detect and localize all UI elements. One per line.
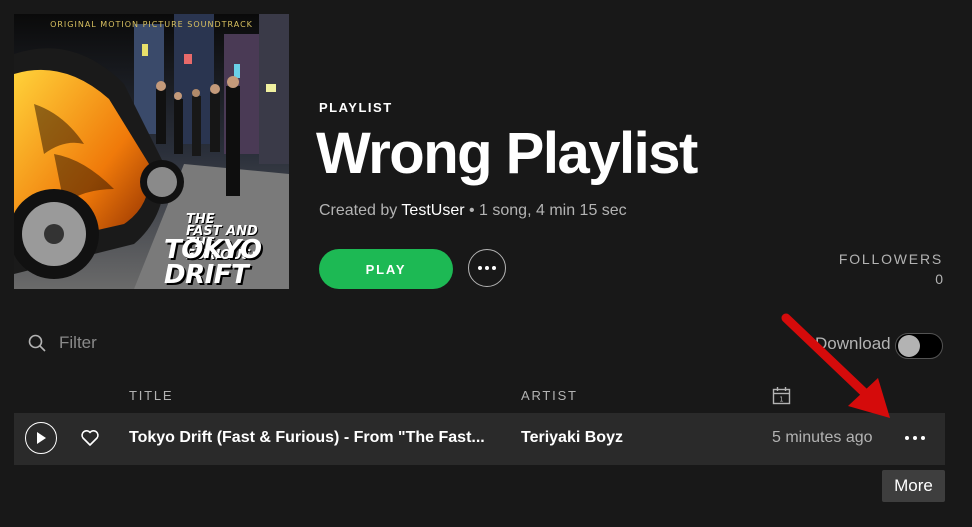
track-more-button[interactable] [902, 427, 928, 449]
playlist-summary: • 1 song, 4 min 15 sec [464, 202, 627, 219]
ellipsis-icon [478, 266, 496, 270]
track-play-button[interactable] [25, 422, 57, 454]
filter-box[interactable] [28, 333, 179, 353]
annotation-arrow-icon [781, 313, 890, 418]
search-icon [28, 334, 46, 352]
playlist-meta: Created by TestUser • 1 song, 4 min 15 s… [319, 202, 627, 220]
playlist-type-label: PLAYLIST [319, 100, 393, 115]
play-button[interactable]: PLAY [319, 249, 453, 289]
column-artist[interactable]: ARTIST [521, 388, 578, 403]
track-artist[interactable]: Teriyaki Boyz [521, 429, 623, 447]
playlist-title: Wrong Playlist [316, 121, 698, 186]
column-title[interactable]: TITLE [129, 388, 173, 403]
cover-top-text: ORIGINAL MOTION PICTURE SOUNDTRACK [50, 20, 253, 29]
filter-input[interactable] [59, 333, 179, 353]
download-toggle[interactable] [895, 333, 943, 359]
playlist-more-button[interactable] [468, 249, 506, 287]
created-by-label: Created by [319, 202, 398, 219]
ellipsis-icon [905, 436, 925, 440]
followers-count: 0 [935, 271, 943, 287]
heart-icon[interactable] [80, 429, 100, 447]
playlist-cover-image: ORIGINAL MOTION PICTURE SOUNDTRACK THE F… [14, 14, 289, 289]
cover-logo-title: TOKYO DRIFT [164, 235, 262, 289]
owner-link[interactable]: TestUser [401, 202, 464, 219]
track-title: Tokyo Drift (Fast & Furious) - From "The… [129, 429, 485, 446]
more-tooltip: More [882, 470, 945, 502]
play-icon [37, 432, 46, 444]
toggle-knob [898, 335, 920, 357]
track-added-date: 5 minutes ago [772, 429, 873, 446]
followers-label: FOLLOWERS [838, 251, 943, 267]
